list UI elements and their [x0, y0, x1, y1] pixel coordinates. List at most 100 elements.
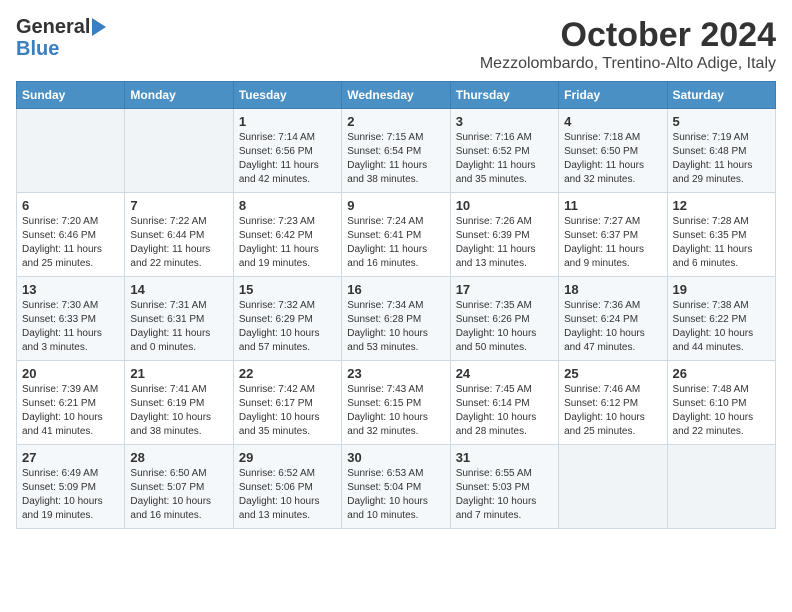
calendar-cell	[125, 109, 233, 193]
day-info: Sunrise: 7:19 AMSunset: 6:48 PMDaylight:…	[673, 131, 770, 187]
daylight: Daylight: 10 hours and 53 minutes.	[347, 328, 428, 353]
weekday-header-row: SundayMondayTuesdayWednesdayThursdayFrid…	[17, 82, 776, 109]
day-number: 29	[239, 450, 336, 465]
daylight: Daylight: 10 hours and 13 minutes.	[239, 496, 320, 521]
calendar-cell: 4Sunrise: 7:18 AMSunset: 6:50 PMDaylight…	[559, 109, 667, 193]
day-number: 14	[130, 282, 227, 297]
daylight: Daylight: 10 hours and 38 minutes.	[130, 412, 211, 437]
day-info: Sunrise: 7:48 AMSunset: 6:10 PMDaylight:…	[673, 383, 770, 439]
logo-general: General	[16, 16, 90, 38]
calendar-cell: 20Sunrise: 7:39 AMSunset: 6:21 PMDayligh…	[17, 361, 125, 445]
sunset: Sunset: 6:29 PM	[239, 314, 313, 325]
calendar-week-1: 1Sunrise: 7:14 AMSunset: 6:56 PMDaylight…	[17, 109, 776, 193]
day-info: Sunrise: 6:53 AMSunset: 5:04 PMDaylight:…	[347, 467, 444, 523]
calendar-cell: 5Sunrise: 7:19 AMSunset: 6:48 PMDaylight…	[667, 109, 775, 193]
logo-arrow-icon	[92, 18, 106, 36]
sunset: Sunset: 6:31 PM	[130, 314, 204, 325]
calendar-cell: 9Sunrise: 7:24 AMSunset: 6:41 PMDaylight…	[342, 193, 450, 277]
sunset: Sunset: 6:24 PM	[564, 314, 638, 325]
weekday-thursday: Thursday	[450, 82, 558, 109]
sunrise: Sunrise: 6:55 AM	[456, 468, 532, 479]
day-number: 26	[673, 366, 770, 381]
sunrise: Sunrise: 7:41 AM	[130, 384, 206, 395]
calendar-cell	[667, 445, 775, 529]
day-number: 17	[456, 282, 553, 297]
sunset: Sunset: 6:54 PM	[347, 146, 421, 157]
sunset: Sunset: 6:50 PM	[564, 146, 638, 157]
day-info: Sunrise: 7:23 AMSunset: 6:42 PMDaylight:…	[239, 215, 336, 271]
sunrise: Sunrise: 7:32 AM	[239, 300, 315, 311]
sunrise: Sunrise: 7:15 AM	[347, 132, 423, 143]
sunset: Sunset: 6:37 PM	[564, 230, 638, 241]
sunrise: Sunrise: 7:39 AM	[22, 384, 98, 395]
daylight: Daylight: 11 hours and 19 minutes.	[239, 244, 319, 269]
sunset: Sunset: 6:41 PM	[347, 230, 421, 241]
day-number: 21	[130, 366, 227, 381]
sunrise: Sunrise: 7:22 AM	[130, 216, 206, 227]
sunrise: Sunrise: 6:52 AM	[239, 468, 315, 479]
calendar-cell: 1Sunrise: 7:14 AMSunset: 6:56 PMDaylight…	[233, 109, 341, 193]
day-info: Sunrise: 7:18 AMSunset: 6:50 PMDaylight:…	[564, 131, 661, 187]
daylight: Daylight: 10 hours and 7 minutes.	[456, 496, 537, 521]
day-info: Sunrise: 7:24 AMSunset: 6:41 PMDaylight:…	[347, 215, 444, 271]
month-title: October 2024	[480, 16, 776, 55]
sunset: Sunset: 6:12 PM	[564, 398, 638, 409]
sunset: Sunset: 6:22 PM	[673, 314, 747, 325]
sunset: Sunset: 6:19 PM	[130, 398, 204, 409]
daylight: Daylight: 10 hours and 41 minutes.	[22, 412, 103, 437]
daylight: Daylight: 10 hours and 32 minutes.	[347, 412, 428, 437]
daylight: Daylight: 10 hours and 16 minutes.	[130, 496, 211, 521]
logo-blue: Blue	[16, 38, 59, 61]
daylight: Daylight: 11 hours and 38 minutes.	[347, 160, 427, 185]
sunrise: Sunrise: 6:50 AM	[130, 468, 206, 479]
sunrise: Sunrise: 7:16 AM	[456, 132, 532, 143]
day-info: Sunrise: 7:15 AM Sunset: 6:54 PM Daylight:…	[347, 131, 444, 187]
calendar-cell: 31Sunrise: 6:55 AMSunset: 5:03 PMDayligh…	[450, 445, 558, 529]
day-info: Sunrise: 7:36 AMSunset: 6:24 PMDaylight:…	[564, 299, 661, 355]
daylight: Daylight: 10 hours and 25 minutes.	[564, 412, 645, 437]
day-info: Sunrise: 6:52 AMSunset: 5:06 PMDaylight:…	[239, 467, 336, 523]
calendar-cell: 29 Sunrise: 6:52 AMSunset: 5:06 PMDayligh…	[233, 445, 341, 529]
calendar-week-3: 13Sunrise: 7:30 AMSunset: 6:33 PMDayligh…	[17, 277, 776, 361]
day-number: 28	[130, 450, 227, 465]
day-number: 30	[347, 450, 444, 465]
calendar-cell: 14Sunrise: 7:31 AMSunset: 6:31 PMDayligh…	[125, 277, 233, 361]
day-number: 31	[456, 450, 553, 465]
sunrise: Sunrise: 7:34 AM	[347, 300, 423, 311]
calendar-cell: 8Sunrise: 7:23 AMSunset: 6:42 PMDaylight…	[233, 193, 341, 277]
calendar-cell: 25Sunrise: 7:46 AMSunset: 6:12 PMDayligh…	[559, 361, 667, 445]
daylight: Daylight: 10 hours and 22 minutes.	[673, 412, 754, 437]
sunset: Sunset: 5:04 PM	[347, 482, 421, 493]
day-info: Sunrise: 7:27 AMSunset: 6:37 PMDaylight:…	[564, 215, 661, 271]
calendar-cell: 10Sunrise: 7:26 AMSunset: 6:39 PMDayligh…	[450, 193, 558, 277]
sunrise: Sunrise: 7:18 AM	[564, 132, 640, 143]
day-number: 23	[347, 366, 444, 381]
calendar-cell: 28Sunrise: 6:50 AMSunset: 5:07 PMDayligh…	[125, 445, 233, 529]
logo: General Blue	[16, 16, 106, 61]
day-number: 6	[22, 198, 119, 213]
calendar-week-4: 20Sunrise: 7:39 AMSunset: 6:21 PMDayligh…	[17, 361, 776, 445]
sunrise: Sunrise: 6:53 AM	[347, 468, 423, 479]
sunset: Sunset: 6:56 PM	[239, 146, 313, 157]
day-info: Sunrise: 6:49 AMSunset: 5:09 PMDaylight:…	[22, 467, 119, 523]
day-number: 7	[130, 198, 227, 213]
calendar-body: 1Sunrise: 7:14 AMSunset: 6:56 PMDaylight…	[17, 109, 776, 529]
daylight: Daylight: 11 hours and 25 minutes.	[22, 244, 102, 269]
daylight: Daylight: 11 hours and 16 minutes.	[347, 244, 427, 269]
sunset: Sunset: 5:09 PM	[22, 482, 96, 493]
sunrise: Sunrise: 7:45 AM	[456, 384, 532, 395]
day-number: 11	[564, 198, 661, 213]
sunrise: Sunrise: 6:49 AM	[22, 468, 98, 479]
sunrise: Sunrise: 7:23 AM	[239, 216, 315, 227]
sunrise: Sunrise: 7:26 AM	[456, 216, 532, 227]
day-number: 19	[673, 282, 770, 297]
day-number: 16	[347, 282, 444, 297]
day-number: 2	[347, 114, 444, 129]
sunrise: Sunrise: 7:46 AM	[564, 384, 640, 395]
daylight: Daylight: 10 hours and 47 minutes.	[564, 328, 645, 353]
sunset: Sunset: 6:39 PM	[456, 230, 530, 241]
calendar-header: SundayMondayTuesdayWednesdayThursdayFrid…	[17, 82, 776, 109]
daylight: Daylight: 11 hours and 13 minutes.	[456, 244, 536, 269]
calendar-cell: 22Sunrise: 7:42 AMSunset: 6:17 PMDayligh…	[233, 361, 341, 445]
day-number: 12	[673, 198, 770, 213]
